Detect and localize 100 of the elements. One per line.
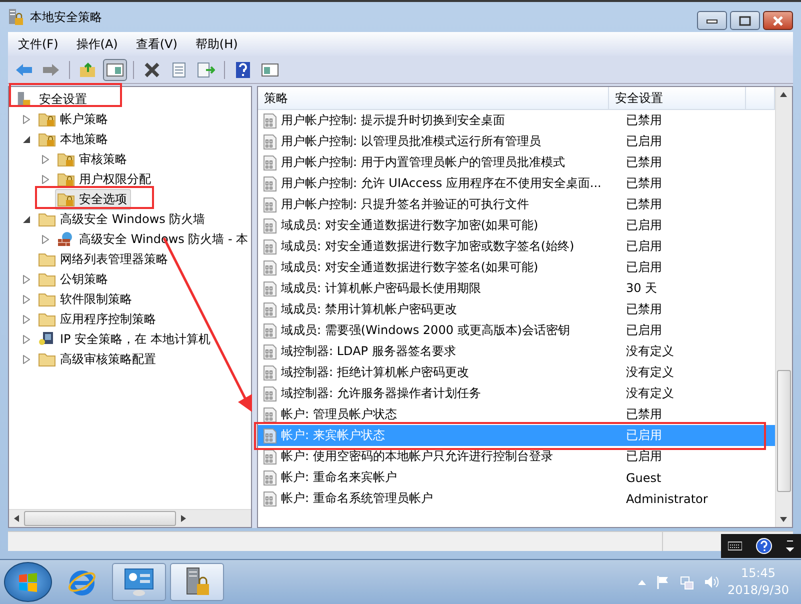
policy-name: 帐户: 来宾帐户状态 xyxy=(281,427,386,444)
right-arrow-icon xyxy=(42,62,60,76)
tree-item[interactable]: 本地策略 xyxy=(36,128,112,150)
expand-triangle-icon[interactable] xyxy=(42,234,49,244)
tree-item[interactable]: 高级安全 Windows 防火墙 - 本 xyxy=(55,228,251,250)
policy-row[interactable]: 域成员: 禁用计算机帐户密码更改 已禁用 xyxy=(258,299,775,320)
policy-row[interactable]: 域成员: 需要强(Windows 2000 或更高版本)会话密钥 已启用 xyxy=(258,320,775,341)
expand-triangle-icon[interactable] xyxy=(23,314,30,324)
tree-item[interactable]: 高级审核策略配置 xyxy=(36,348,160,370)
show-tree-button[interactable] xyxy=(103,58,127,80)
window-title: 本地安全策略 xyxy=(30,8,102,26)
policy-row[interactable]: 域控制器: LDAP 服务器签名要求 没有定义 xyxy=(258,341,775,362)
tree-item[interactable]: 软件限制策略 xyxy=(36,288,136,310)
help-icon[interactable] xyxy=(756,538,772,554)
up-arrow-icon[interactable] xyxy=(637,578,648,586)
security-setting: 已启用 xyxy=(625,238,662,255)
column-header[interactable]: 策略 xyxy=(258,87,609,109)
security-setting: Administrator xyxy=(625,492,708,506)
security-setting: 没有定义 xyxy=(625,385,674,402)
tree-root[interactable]: 安全设置 xyxy=(35,88,91,110)
policy-icon xyxy=(263,280,277,296)
security-setting: 已启用 xyxy=(625,448,662,465)
policy-name: 帐户: 使用空密码的本地帐户只允许进行控制台登录 xyxy=(281,448,554,465)
computer-key-icon xyxy=(38,331,56,347)
minimize-icon xyxy=(706,18,718,24)
scroll-up-icon[interactable] xyxy=(780,92,787,97)
scroll-left-icon[interactable] xyxy=(14,515,19,522)
globe-wall-icon xyxy=(57,231,75,247)
expand-triangle-icon[interactable] xyxy=(23,274,30,284)
policy-row[interactable]: 域成员: 对安全通道数据进行数字签名(如果可能) 已启用 xyxy=(258,257,775,278)
expand-triangle-icon[interactable] xyxy=(42,154,49,164)
menu-item[interactable]: 帮助(H) xyxy=(195,36,238,52)
policy-row[interactable]: 用户帐户控制: 提示提升时切换到安全桌面 已禁用 xyxy=(258,110,775,131)
policy-row[interactable]: 帐户: 重命名来宾帐户 Guest xyxy=(258,467,775,488)
policy-row[interactable]: 帐户: 重命名系统管理员帐户 Administrator xyxy=(258,488,775,509)
policy-row[interactable]: 用户帐户控制: 只提升签名并验证的可执行文件 已禁用 xyxy=(258,194,775,215)
locked-folder-icon xyxy=(57,191,75,207)
collapse-triangle-icon[interactable] xyxy=(23,216,30,222)
security-setting: 已启用 xyxy=(625,427,662,444)
policy-name: 域成员: 对安全通道数据进行数字加密(如果可能) xyxy=(281,217,540,234)
policy-icon xyxy=(263,260,277,276)
minimize-button[interactable] xyxy=(697,11,727,30)
policy-row[interactable]: 帐户: 管理员帐户状态 已禁用 xyxy=(258,404,775,425)
policy-row[interactable]: 域控制器: 拒绝计算机帐户密码更改 没有定义 xyxy=(258,362,775,383)
collapse-triangle-icon[interactable] xyxy=(23,136,30,142)
tree-item[interactable]: IP 安全策略，在 本地计算机 xyxy=(36,328,214,350)
tree-item[interactable]: 安全选项 xyxy=(55,188,131,210)
scrollbar-thumb[interactable] xyxy=(777,370,791,492)
locked-folder-icon xyxy=(57,171,75,187)
start-button[interactable] xyxy=(4,562,52,602)
tree-item[interactable]: 审核策略 xyxy=(55,148,131,170)
scrollbar-thumb[interactable] xyxy=(24,511,176,526)
locked-folder-icon xyxy=(38,131,56,147)
policy-row[interactable]: 域成员: 对安全通道数据进行数字加密(如果可能) 已启用 xyxy=(258,215,775,236)
security-setting: 已禁用 xyxy=(625,154,662,171)
speaker-icon[interactable] xyxy=(703,574,720,590)
close-icon xyxy=(772,16,784,26)
close-button[interactable] xyxy=(763,11,793,30)
tree-item[interactable]: 公钥策略 xyxy=(36,268,112,290)
server-lock-icon xyxy=(8,8,24,26)
expand-triangle-icon[interactable] xyxy=(23,294,30,304)
policy-row[interactable]: 域成员: 对安全通道数据进行数字加密或数字签名(始终) 已启用 xyxy=(258,236,775,257)
policy-name: 域成员: 禁用计算机帐户密码更改 xyxy=(281,301,458,318)
expand-triangle-icon[interactable] xyxy=(23,114,30,124)
expand-triangle-icon[interactable] xyxy=(23,334,30,344)
security-setting: 已禁用 xyxy=(625,301,662,318)
policy-icon xyxy=(263,238,277,254)
policy-icon xyxy=(263,218,277,234)
policy-row[interactable]: 帐户: 使用空密码的本地帐户只允许进行控制台登录 已启用 xyxy=(258,446,775,467)
tree-item[interactable]: 帐户策略 xyxy=(36,108,112,130)
policy-icon xyxy=(263,196,277,212)
tree-item[interactable]: 网络列表管理器策略 xyxy=(36,248,172,270)
policy-row[interactable]: 用户帐户控制: 以管理员批准模式运行所有管理员 已启用 xyxy=(258,131,775,152)
taskbar-control-panel-button[interactable] xyxy=(112,563,166,601)
policy-row[interactable]: 用户帐户控制: 允许 UIAccess 应用程序在不使用安全桌面... 已禁用 xyxy=(258,173,775,194)
menu-item[interactable]: 文件(F) xyxy=(18,36,58,52)
menu-item[interactable]: 操作(A) xyxy=(76,36,118,52)
tree-item[interactable]: 应用程序控制策略 xyxy=(36,308,160,330)
keyboard-icon[interactable] xyxy=(728,539,742,553)
menu-item[interactable]: 查看(V) xyxy=(136,36,178,52)
maximize-button[interactable] xyxy=(730,11,760,30)
policy-row[interactable]: 域成员: 计算机帐户密码最长使用期限 30 天 xyxy=(258,278,775,299)
tree-item[interactable]: 高级安全 Windows 防火墙 xyxy=(36,208,210,230)
dropdown-icon[interactable] xyxy=(786,539,794,553)
taskbar-security-policy-button[interactable] xyxy=(170,563,224,601)
policy-name: 域成员: 需要强(Windows 2000 或更高版本)会话密钥 xyxy=(281,322,571,339)
tree-item[interactable]: 用户权限分配 xyxy=(55,168,155,190)
folder-arrow-icon xyxy=(79,62,97,78)
horizontal-scrollbar[interactable] xyxy=(9,509,251,527)
scroll-down-icon[interactable] xyxy=(780,517,787,522)
expand-triangle-icon[interactable] xyxy=(42,174,49,184)
column-header[interactable]: 安全设置 xyxy=(609,87,746,109)
network-icon[interactable] xyxy=(679,574,696,590)
policy-icon xyxy=(263,386,277,402)
scroll-right-icon[interactable] xyxy=(181,515,186,522)
folder-icon xyxy=(38,211,56,227)
policy-row[interactable]: 用户帐户控制: 用于内置管理员帐户的管理员批准模式 已禁用 xyxy=(258,152,775,173)
vertical-scrollbar[interactable] xyxy=(775,87,792,527)
expand-triangle-icon[interactable] xyxy=(23,354,30,364)
policy-row[interactable]: 域控制器: 允许服务器操作者计划任务 没有定义 xyxy=(258,383,775,404)
